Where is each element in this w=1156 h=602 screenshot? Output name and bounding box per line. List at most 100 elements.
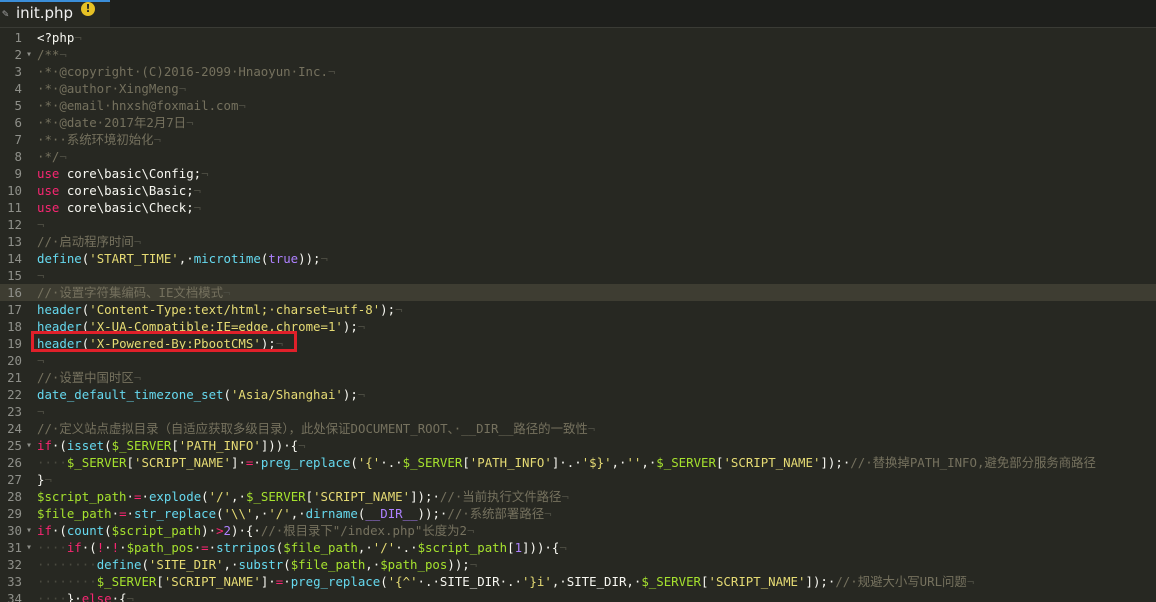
code-line[interactable]: 25 ▾ if·(isset($_SERVER['PATH_INFO']))·{¬ xyxy=(0,437,1156,454)
code-line[interactable]: 21 //·设置中国时区¬ xyxy=(0,369,1156,386)
line-number: 16 xyxy=(7,285,22,300)
code-line[interactable]: 27 }¬ xyxy=(0,471,1156,488)
code-line[interactable]: 29 $file_path·=·str_replace('\\',·'/',·di… xyxy=(0,505,1156,522)
code-text: define('START_TIME',·microtime(true));¬ xyxy=(37,251,328,266)
tab-label: init.php xyxy=(16,4,74,22)
code-text: ·*··系统环境初始化¬ xyxy=(37,132,162,147)
code-line[interactable]: 11 use core\basic\Check;¬ xyxy=(0,199,1156,216)
code-line[interactable]: 2 ▾/**¬ xyxy=(0,46,1156,63)
code-line[interactable]: 30 ▾ if·(count($script_path)·>2)·{·//·根目录下… xyxy=(0,522,1156,539)
code-line[interactable]: 4 ·*·@author·XingMeng¬ xyxy=(0,80,1156,97)
line-number: 25 xyxy=(7,438,22,453)
line-number: 12 xyxy=(7,217,22,232)
code-text: ····$_SERVER['SCRIPT_NAME']·=·preg_repla… xyxy=(37,455,1096,470)
line-number: 30 xyxy=(7,523,22,538)
code-line[interactable]: 6 ·*·@date·2017年2月7日¬ xyxy=(0,114,1156,131)
fold-toggle-icon[interactable]: ▾ xyxy=(26,437,36,454)
code-line[interactable]: 26 ····$_SERVER['SCRIPT_NAME']·=·preg_rep… xyxy=(0,454,1156,471)
fold-toggle-icon[interactable]: ▾ xyxy=(26,522,36,539)
code-line[interactable]: 1 <?php¬ xyxy=(0,29,1156,46)
code-text: //·定义站点虚拟目录（自适应获取多级目录），此处保证DOCUMENT_ROOT… xyxy=(37,421,596,436)
line-number: 18 xyxy=(7,319,22,334)
line-number: 17 xyxy=(7,302,22,317)
code-line[interactable]: 34 ····}·else·{¬ xyxy=(0,590,1156,602)
code-text: $file_path·=·str_replace('\\',·'/',·dirn… xyxy=(37,506,552,521)
line-number: 33 xyxy=(7,574,22,589)
code-line[interactable]: 3 ·*·@copyright·(C)2016-2099·Hnaoyun·Inc.… xyxy=(0,63,1156,80)
line-number: 11 xyxy=(7,200,22,215)
fold-toggle-icon[interactable]: ▾ xyxy=(26,539,36,556)
line-number: 9 xyxy=(14,166,22,181)
code-text: use core\basic\Basic;¬ xyxy=(37,183,202,198)
code-line[interactable]: 22 date_default_timezone_set('Asia/Shangh… xyxy=(0,386,1156,403)
code-text: ¬ xyxy=(37,268,45,283)
code-text: <?php¬ xyxy=(37,30,82,45)
code-line[interactable]: 31 ▾ ····if·(!·!·$path_pos·=·strripos($fil… xyxy=(0,539,1156,556)
line-number: 6 xyxy=(14,115,22,130)
code-text: }¬ xyxy=(37,472,52,487)
code-text: ·*/¬ xyxy=(37,149,67,164)
line-number: 24 xyxy=(7,421,22,436)
code-line[interactable]: 14 define('START_TIME',·microtime(true));… xyxy=(0,250,1156,267)
code-line[interactable]: 8 ·*/¬ xyxy=(0,148,1156,165)
line-number: 34 xyxy=(7,591,22,602)
code-text: ¬ xyxy=(37,217,45,232)
code-line[interactable]: 10 use core\basic\Basic;¬ xyxy=(0,182,1156,199)
code-line[interactable]: 7 ·*··系统环境初始化¬ xyxy=(0,131,1156,148)
line-number: 21 xyxy=(7,370,22,385)
line-number: 1 xyxy=(14,30,22,45)
line-number: 22 xyxy=(7,387,22,402)
code-text: date_default_timezone_set('Asia/Shanghai… xyxy=(37,387,366,402)
fold-toggle-icon[interactable]: ▾ xyxy=(26,46,36,63)
code-line[interactable]: 24 //·定义站点虚拟目录（自适应获取多级目录），此处保证DOCUMENT_RO… xyxy=(0,420,1156,437)
code-line[interactable]: 13 //·启动程序时间¬ xyxy=(0,233,1156,250)
code-text: use core\basic\Config;¬ xyxy=(37,166,209,181)
code-text: ¬ xyxy=(37,404,45,419)
line-number: 26 xyxy=(7,455,22,470)
code-line[interactable]: 16 //·设置字符集编码、IE文档模式¬ xyxy=(0,284,1156,301)
code-line[interactable]: 15 ¬ xyxy=(0,267,1156,284)
code-line[interactable]: 9 use core\basic\Config;¬ xyxy=(0,165,1156,182)
line-number: 23 xyxy=(7,404,22,419)
code-line[interactable]: 12 ¬ xyxy=(0,216,1156,233)
code-text: ····if·(!·!·$path_pos·=·strripos($file_p… xyxy=(37,540,567,555)
annotation-highlight-box xyxy=(31,331,297,352)
line-number: 2 xyxy=(14,47,22,62)
line-number: 10 xyxy=(7,183,22,198)
line-number: 7 xyxy=(14,132,22,147)
code-text: //·设置字符集编码、IE文档模式¬ xyxy=(37,285,231,300)
code-text: ········define('SITE_DIR',·substr($file_… xyxy=(37,557,478,572)
code-text: if·(count($script_path)·>2)·{·//·根目录下"/i… xyxy=(37,523,475,538)
code-text: $script_path·=·explode('/',·$_SERVER['SC… xyxy=(37,489,569,504)
warning-icon[interactable]: ! xyxy=(81,2,95,16)
line-number: 15 xyxy=(7,268,22,283)
code-editor[interactable]: 1 <?php¬ 2 ▾/**¬ 3 ·*·@copyright·(C)2016-2099… xyxy=(0,28,1156,602)
line-number: 28 xyxy=(7,489,22,504)
code-line[interactable]: 20 ¬ xyxy=(0,352,1156,369)
code-text: ·*·@date·2017年2月7日¬ xyxy=(37,115,194,130)
code-text: /**¬ xyxy=(37,47,67,62)
code-text: //·设置中国时区¬ xyxy=(37,370,142,385)
code-line[interactable]: 33 ········$_SERVER['SCRIPT_NAME']·=·preg… xyxy=(0,573,1156,590)
tab-init-php[interactable]: ✎ init.php ! xyxy=(0,0,110,27)
code-line[interactable]: 5 ·*·@email·hnxsh@foxmail.com¬ xyxy=(0,97,1156,114)
code-line[interactable]: 28 $script_path·=·explode('/',·$_SERVER['… xyxy=(0,488,1156,505)
code-line[interactable]: 32 ········define('SITE_DIR',·substr($fil… xyxy=(0,556,1156,573)
code-line[interactable]: 23 ¬ xyxy=(0,403,1156,420)
line-number: 31 xyxy=(7,540,22,555)
code-text: ·*·@email·hnxsh@foxmail.com¬ xyxy=(37,98,246,113)
line-number: 14 xyxy=(7,251,22,266)
line-number: 13 xyxy=(7,234,22,249)
code-text: ·*·@copyright·(C)2016-2099·Hnaoyun·Inc.¬ xyxy=(37,64,336,79)
line-number: 32 xyxy=(7,557,22,572)
tab-bar: ✎ init.php ! xyxy=(0,0,1156,28)
code-text: ¬ xyxy=(37,353,45,368)
line-number: 19 xyxy=(7,336,22,351)
line-number: 27 xyxy=(7,472,22,487)
code-line[interactable]: 17 header('Content-Type:text/html;·charse… xyxy=(0,301,1156,318)
code-text: use core\basic\Check;¬ xyxy=(37,200,202,215)
code-text: header('Content-Type:text/html;·charset=… xyxy=(37,302,403,317)
line-number: 8 xyxy=(14,149,22,164)
line-number: 29 xyxy=(7,506,22,521)
line-number: 5 xyxy=(14,98,22,113)
